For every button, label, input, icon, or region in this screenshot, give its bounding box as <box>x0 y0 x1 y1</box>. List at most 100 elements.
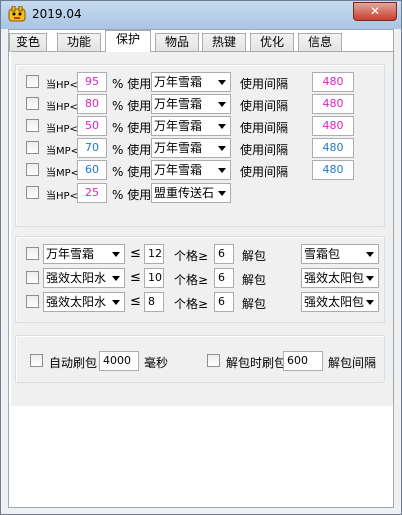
protect-threshold-input[interactable]: 60 <box>77 160 107 180</box>
tab-items[interactable]: 物品 <box>155 33 199 52</box>
protect-panel: 当HP< 95 % 使用 万年雪霜 使用间隔 480 当HP< 80 % 使用 … <box>11 51 393 406</box>
unpack-slots-input[interactable]: 6 <box>214 244 234 264</box>
less-equal-symbol: ≤ <box>130 294 141 309</box>
unpack-pack-value: 强效太阳包 <box>304 295 364 309</box>
protect-threshold-input[interactable]: 70 <box>77 138 107 158</box>
chevron-down-icon <box>218 102 226 107</box>
interval-input[interactable]: 480 <box>312 160 354 180</box>
interval-label: 使用间隔 <box>240 77 289 91</box>
protect-threshold-input[interactable]: 95 <box>77 72 107 92</box>
chevron-down-icon <box>218 146 226 151</box>
unpack-item-value: 强效太阳水 <box>46 295 107 309</box>
tab-change-color[interactable]: 变色 <box>9 33 47 52</box>
protect-threshold-input[interactable]: 50 <box>77 116 107 136</box>
unpack-row-checkbox[interactable] <box>26 271 39 284</box>
interval-input[interactable]: 480 <box>312 72 354 92</box>
title-bar[interactable]: 2019.04 ✕ <box>1 1 401 29</box>
protect-condition-label: 当MP< <box>46 146 80 157</box>
protect-item-value: 万年雪霜 <box>154 75 203 89</box>
unpack-pack-value: 雪霜包 <box>304 247 341 261</box>
tab-hotkeys[interactable]: 热键 <box>202 33 246 52</box>
interval-input[interactable]: 480 <box>312 138 354 158</box>
protect-item-select[interactable]: 万年雪霜 <box>151 138 231 158</box>
protect-row-checkbox[interactable] <box>26 186 39 199</box>
interval-label: 使用间隔 <box>240 121 289 135</box>
protect-condition-label: 当HP< <box>46 80 78 91</box>
protect-item-select[interactable]: 万年雪霜 <box>151 94 231 114</box>
use-label: % 使用 <box>112 77 152 91</box>
protect-item-select[interactable]: 万年雪霜 <box>151 72 231 92</box>
protect-row-checkbox[interactable] <box>26 119 39 132</box>
use-label: % 使用 <box>112 99 152 113</box>
protect-condition-label: 当MP< <box>46 168 80 179</box>
protect-condition-label: 当HP< <box>46 124 78 135</box>
protect-threshold-input[interactable]: 80 <box>77 94 107 114</box>
tab-bar: 变色 功能 保护 物品 热键 优化 信息 <box>9 30 393 52</box>
protect-row-checkbox[interactable] <box>26 97 39 110</box>
unpack-item-select[interactable]: 强效太阳水 <box>43 268 125 288</box>
use-label: % 使用 <box>112 188 152 202</box>
unpack-limit-input[interactable]: 12 <box>144 244 164 264</box>
chevron-down-icon <box>366 276 374 281</box>
chevron-down-icon <box>218 168 226 173</box>
auto-refresh-input[interactable]: 4000 <box>99 351 139 371</box>
chevron-down-icon <box>112 300 120 305</box>
use-label: % 使用 <box>112 165 152 179</box>
tab-protect[interactable]: 保护 <box>105 30 151 52</box>
protect-item-select[interactable]: 万年雪霜 <box>151 160 231 180</box>
tab-optimize[interactable]: 优化 <box>250 33 294 52</box>
count-label: 个格≥ <box>174 273 209 287</box>
protect-item-value: 万年雪霜 <box>154 119 203 133</box>
protect-row-checkbox[interactable] <box>26 163 39 176</box>
interval-label: 使用间隔 <box>240 143 289 157</box>
protect-item-value: 万年雪霜 <box>154 141 203 155</box>
refresh-group: 自动刷包 4000 毫秒 解包时刷包 600 解包间隔 <box>15 335 385 383</box>
less-equal-symbol: ≤ <box>130 270 141 285</box>
close-button[interactable]: ✕ <box>353 2 397 21</box>
unpack-refresh-label: 解包时刷包 <box>226 356 287 370</box>
less-equal-symbol: ≤ <box>130 246 141 261</box>
tab-info[interactable]: 信息 <box>298 33 342 52</box>
unpack-limit-input[interactable]: 10 <box>144 268 164 288</box>
unpack-refresh-input[interactable]: 600 <box>283 351 323 371</box>
interval-label: 使用间隔 <box>240 165 289 179</box>
auto-refresh-checkbox[interactable] <box>30 354 43 367</box>
unpack-row-checkbox[interactable] <box>26 247 39 260</box>
chevron-down-icon <box>112 252 120 257</box>
unpack-limit-input[interactable]: 8 <box>144 292 164 312</box>
interval-input[interactable]: 480 <box>312 94 354 114</box>
app-window: 2019.04 ✕ 变色 功能 保护 物品 热键 优化 信息 当HP< 95 %… <box>0 0 402 515</box>
unpack-item-value: 强效太阳水 <box>46 271 107 285</box>
tab-features[interactable]: 功能 <box>57 33 101 52</box>
unpack-row-checkbox[interactable] <box>26 295 39 308</box>
count-label: 个格≥ <box>174 297 209 311</box>
client-area: 变色 功能 保护 物品 热键 优化 信息 当HP< 95 % 使用 万年雪霜 使… <box>8 29 394 508</box>
count-label: 个格≥ <box>174 249 209 263</box>
protect-item-value: 万年雪霜 <box>154 97 203 111</box>
protect-item-select[interactable]: 盟重传送石 <box>151 183 231 203</box>
protect-condition-label: 当HP< <box>46 102 78 113</box>
unpack-item-select[interactable]: 强效太阳水 <box>43 292 125 312</box>
protect-condition-label: 当HP< <box>46 191 78 202</box>
unpack-label: 解包 <box>242 273 267 287</box>
protect-row-checkbox[interactable] <box>26 75 39 88</box>
app-logo-icon <box>8 6 26 22</box>
chevron-down-icon <box>218 124 226 129</box>
interval-input[interactable]: 480 <box>312 116 354 136</box>
unpack-pack-select[interactable]: 强效太阳包 <box>301 292 379 312</box>
unpack-pack-select[interactable]: 强效太阳包 <box>301 268 379 288</box>
use-label: % 使用 <box>112 121 152 135</box>
protect-threshold-input[interactable]: 25 <box>77 183 107 203</box>
unpack-slots-input[interactable]: 6 <box>214 292 234 312</box>
window-title: 2019.04 <box>32 7 82 21</box>
unpack-pack-select[interactable]: 雪霜包 <box>301 244 379 264</box>
chevron-down-icon <box>112 276 120 281</box>
protect-group: 当HP< 95 % 使用 万年雪霜 使用间隔 480 当HP< 80 % 使用 … <box>15 64 385 227</box>
unpack-slots-input[interactable]: 6 <box>214 268 234 288</box>
protect-item-select[interactable]: 万年雪霜 <box>151 116 231 136</box>
protect-row-checkbox[interactable] <box>26 141 39 154</box>
milliseconds-label: 毫秒 <box>144 356 169 370</box>
unpack-item-select[interactable]: 万年雪霜 <box>43 244 125 264</box>
unpack-refresh-checkbox[interactable] <box>207 354 220 367</box>
chevron-down-icon <box>218 191 226 196</box>
